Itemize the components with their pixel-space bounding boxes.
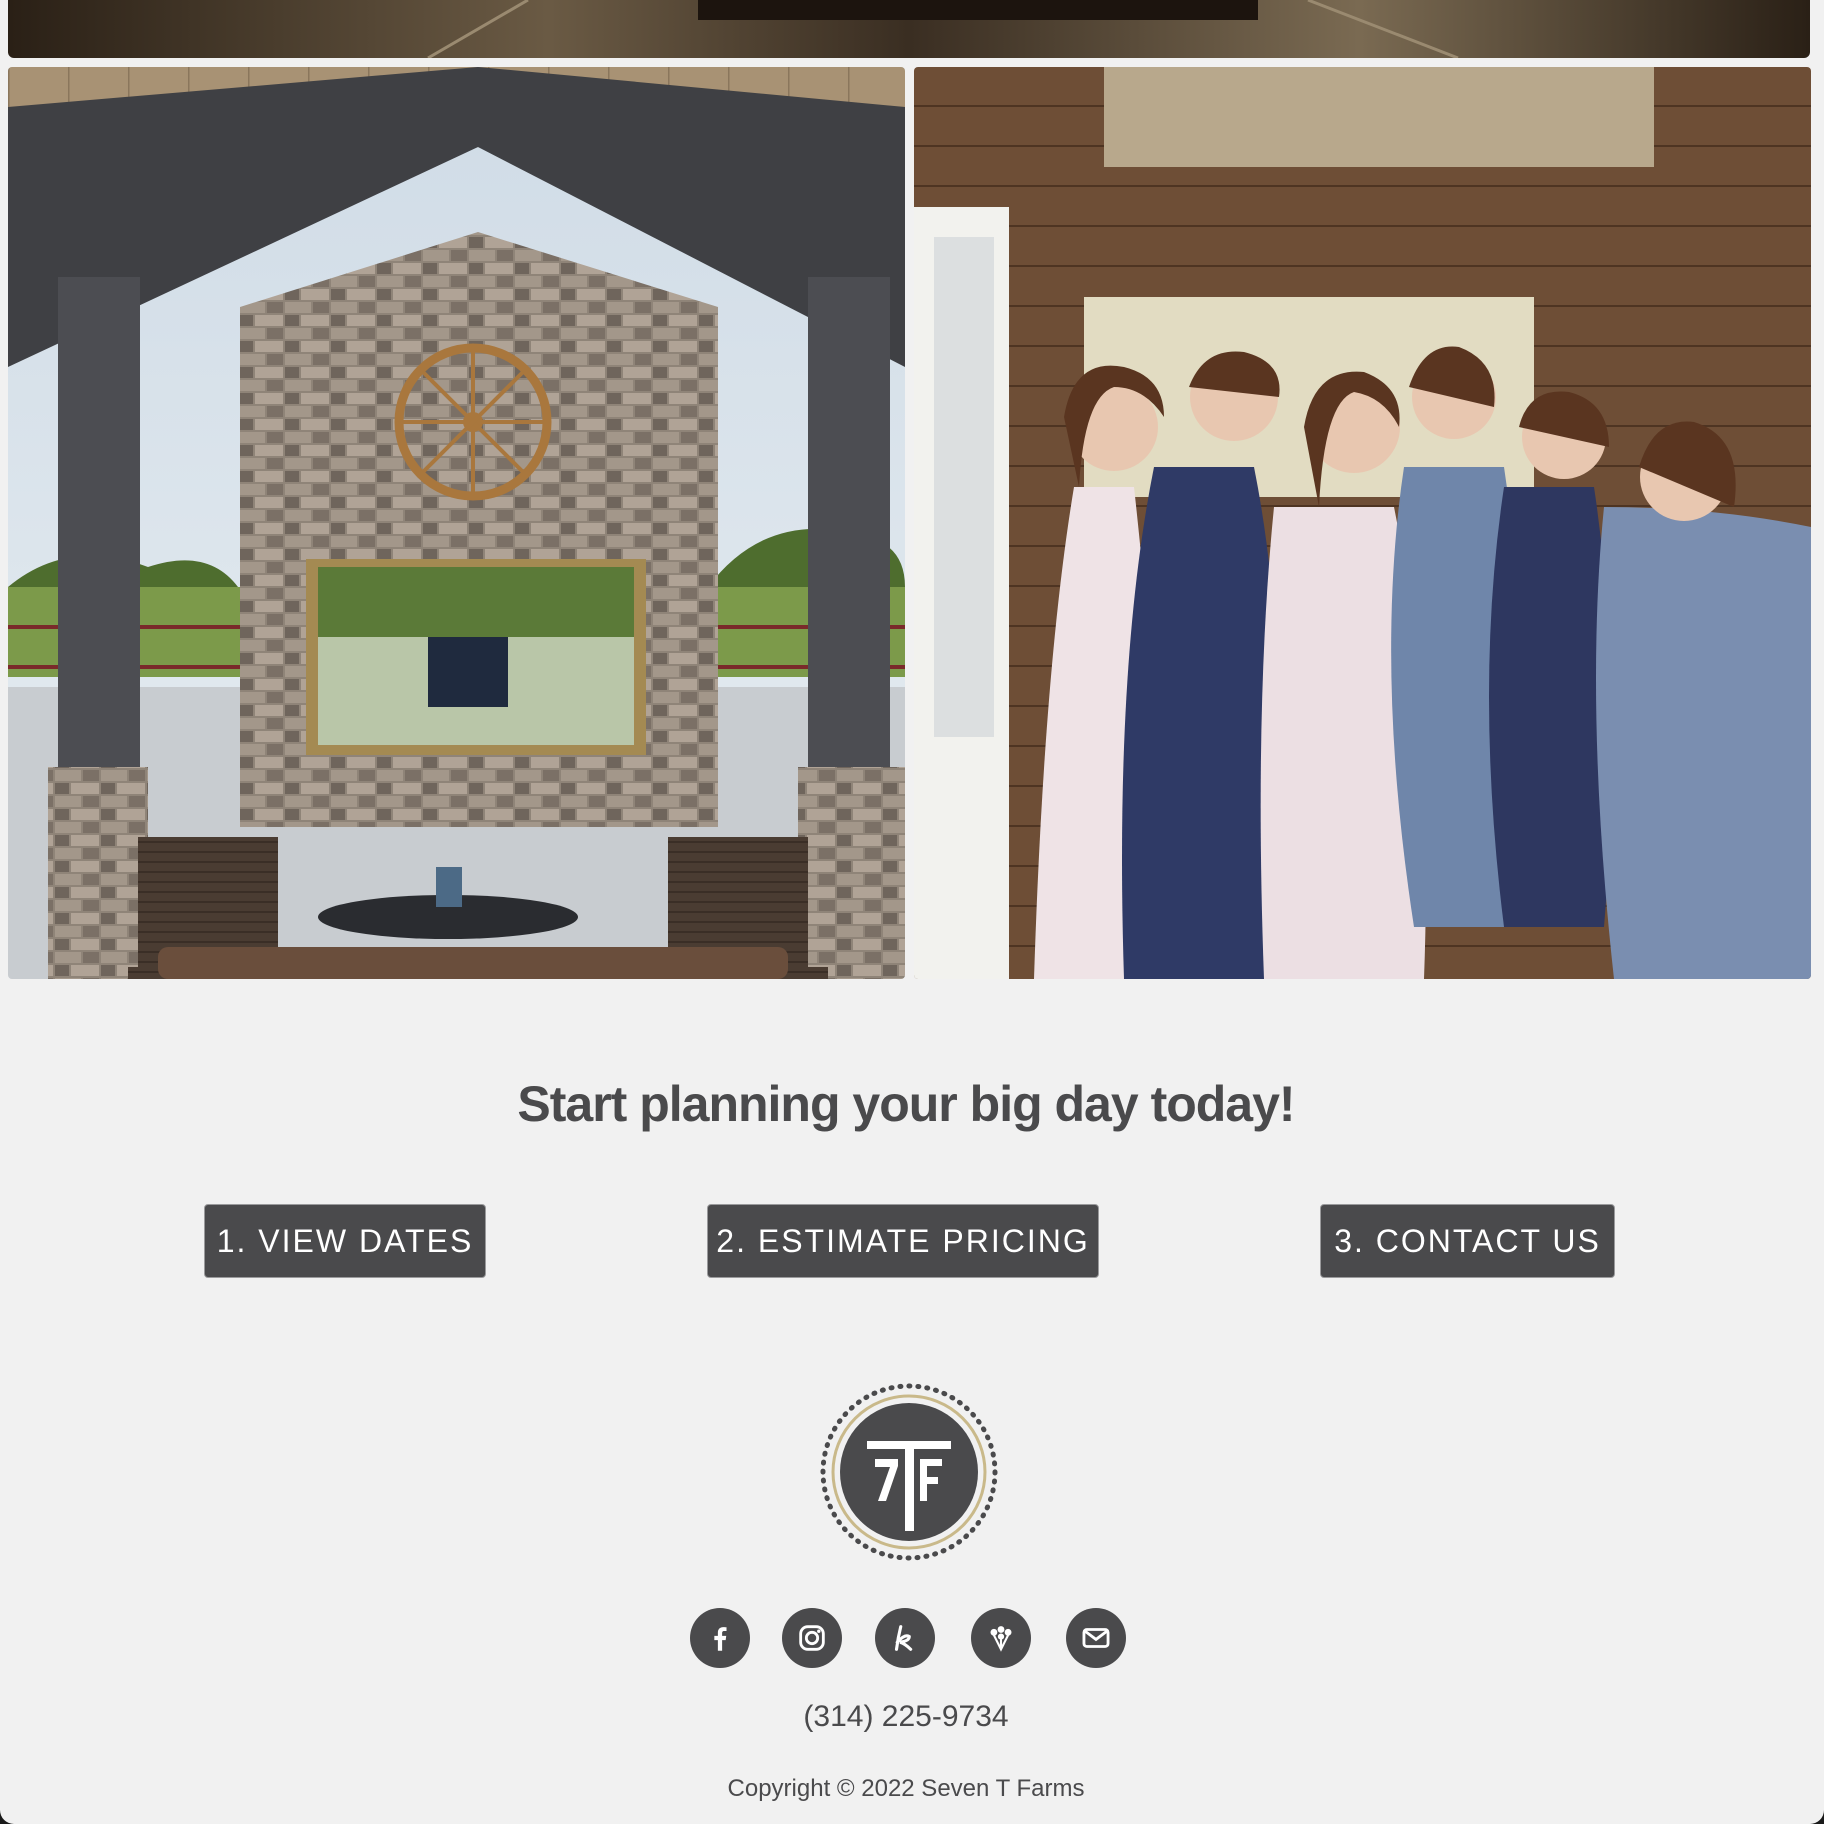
email-icon[interactable]: [1066, 1608, 1126, 1668]
facebook-icon[interactable]: [690, 1608, 750, 1668]
view-dates-button[interactable]: 1. VIEW DATES: [204, 1204, 486, 1278]
bridal-party-photo: [914, 67, 1811, 979]
page: Start planning your big day today! 1. VI…: [0, 0, 1824, 1824]
wedding-wire-icon[interactable]: [971, 1608, 1031, 1668]
copyright: Copyright © 2022 Seven T Farms: [727, 1775, 1085, 1802]
instagram-icon[interactable]: [782, 1608, 842, 1668]
the-knot-icon[interactable]: [875, 1608, 935, 1668]
pavilion-fireplace-photo: [8, 67, 905, 979]
estimate-pricing-button[interactable]: 2. ESTIMATE PRICING: [707, 1204, 1099, 1278]
contact-us-button[interactable]: 3. CONTACT US: [1320, 1204, 1615, 1278]
cta-heading: Start planning your big day today!: [517, 1076, 1295, 1132]
seven-t-farms-logo[interactable]: [820, 1383, 998, 1561]
venue-floor-photo: [8, 0, 1810, 58]
phone-number[interactable]: (314) 225-9734: [0, 1700, 1812, 1734]
